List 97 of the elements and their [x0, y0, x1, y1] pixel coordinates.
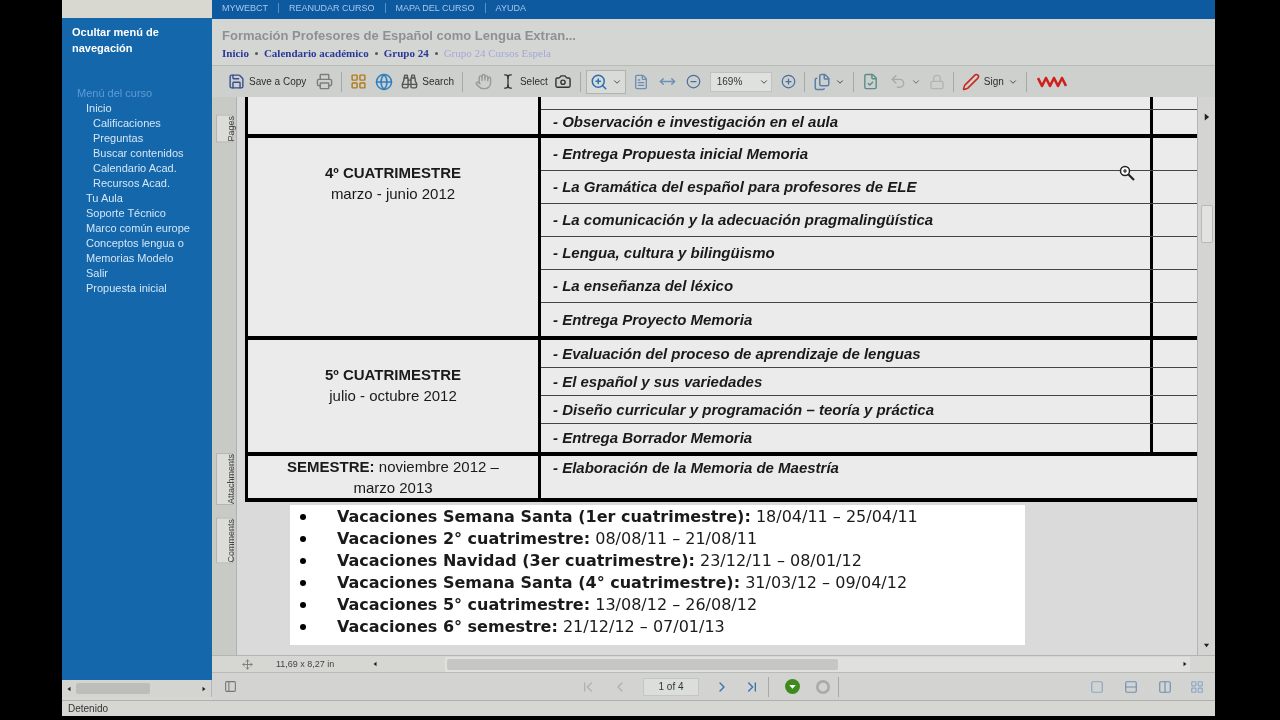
- grid-icon: [1190, 679, 1204, 694]
- schedule-item: - Entrega Proyecto Memoria: [553, 309, 753, 330]
- scroll-thumb[interactable]: [1200, 205, 1213, 243]
- caret-right-icon: [1182, 661, 1188, 667]
- top-nav-link[interactable]: MAPA DEL CURSO: [395, 3, 475, 14]
- bullet-icon: [300, 580, 306, 586]
- holiday-entry: Vacaciones Semana Santa (1er cuatrimestre): 18/04/11 – 25/04/11: [337, 507, 918, 527]
- course-title: Formación Profesores de Español como Lengua Extran...: [222, 28, 576, 44]
- move-arrows-icon: [242, 658, 253, 670]
- magnifier-plus-icon: [589, 72, 608, 91]
- holiday-entry: Vacaciones Semana Santa (4° cuatrimestre): 31/03/12 – 09/04/12: [337, 573, 908, 593]
- caret-right-icon: [201, 685, 207, 692]
- term-dates: julio - octubre 2012: [329, 386, 457, 406]
- sidebar-menu-item[interactable]: Preguntas: [62, 131, 144, 146]
- caret-down-icon: [1203, 642, 1210, 649]
- holiday-entry: Vacaciones 6° semestre: 21/12/12 – 07/01/13: [337, 617, 725, 637]
- breadcrumb-link[interactable]: Grupo 24: [383, 46, 429, 60]
- hand-icon: [474, 73, 492, 90]
- zoom-field[interactable]: 169%: [709, 71, 772, 92]
- ring-icon: [816, 679, 830, 694]
- page-icon: [632, 72, 649, 91]
- search-button[interactable]: Search: [398, 69, 457, 94]
- sidebar-menu-item[interactable]: Calificaciones: [62, 116, 161, 131]
- binoculars-icon: [401, 73, 419, 90]
- sidebar-menu-item[interactable]: Salir: [62, 266, 108, 281]
- lock-icon: [928, 73, 945, 90]
- caret-left-icon: [372, 661, 379, 667]
- sidebar-menu-item[interactable]: Buscar contenidos: [62, 146, 184, 161]
- page-number-field[interactable]: 1 of 4: [643, 677, 699, 696]
- term-title: SEMESTRE: noviembre 2012 – marzo 2013: [286, 457, 500, 498]
- holiday-entry: Vacaciones 5° cuatrimestre: 13/08/12 – 26/08/12: [337, 595, 758, 615]
- status-text: Detenido: [68, 702, 109, 715]
- schedule-item: - Evaluación del proceso de aprendizaje de lenguas: [553, 343, 921, 364]
- horizontal-scrollbar[interactable]: [445, 656, 1190, 672]
- schedule-item: - Entrega Borrador Memoria: [553, 428, 753, 448]
- sidebar-menu-item[interactable]: Calendario Acad.: [62, 161, 177, 176]
- triangle-right-icon: [1203, 113, 1210, 121]
- sidebar-menu-item[interactable]: Inicio: [62, 101, 112, 116]
- side-panel-tab[interactable]: Attachments: [215, 452, 233, 505]
- bullet-icon: [300, 536, 306, 542]
- zigzag-logo-icon: [1036, 74, 1067, 89]
- schedule-item: - Observación e investigación en el aula: [553, 112, 839, 132]
- schedule-item: - Lengua, cultura y bilingüismo: [553, 243, 775, 263]
- zoom-cursor-icon: [1119, 165, 1135, 181]
- pen-icon: [961, 72, 980, 91]
- zoom-tool-button[interactable]: [585, 69, 626, 94]
- rows-icon: [1124, 679, 1138, 694]
- caret-left-icon: [66, 685, 72, 692]
- sidebar-menu-item[interactable]: Soporte Técnico: [62, 206, 166, 221]
- breadcrumb-link[interactable]: Inicio: [222, 46, 249, 60]
- bullet-icon: [300, 514, 306, 520]
- circle-plus-icon: [780, 74, 796, 89]
- top-nav-link[interactable]: MYWEBCT: [222, 3, 268, 14]
- sidebar-menu-item[interactable]: Conceptos lengua o: [62, 236, 184, 251]
- sign-button[interactable]: Sign: [958, 69, 1021, 94]
- down-arrow-circle-icon: [785, 679, 800, 694]
- bullet-icon: [300, 602, 306, 608]
- top-nav-link[interactable]: REANUDAR CURSO: [289, 3, 375, 14]
- schedule-item: - Diseño curricular y programación – teoría y práctica: [553, 399, 934, 420]
- pages-icon: [812, 72, 831, 91]
- term-title: 5º CUATRIMESTRE: [324, 365, 461, 385]
- globe-icon: [375, 72, 394, 91]
- schedule-item: - La comunicación y la adecuación pragmalingüística: [553, 210, 934, 230]
- schedule-item: - El español y sus variedades: [553, 371, 763, 392]
- printer-icon: [316, 73, 334, 90]
- top-nav-link[interactable]: AYUDA: [495, 3, 526, 14]
- camera-icon: [553, 73, 572, 90]
- sidebar-menu-item[interactable]: Tu Aula: [62, 191, 123, 206]
- schedule-item: - La Gramática del español para profesores de ELE: [553, 177, 917, 197]
- square-icon: [1090, 679, 1104, 694]
- page-size-label: 11,69 x 8,27 in: [276, 658, 335, 670]
- grid-icon: [350, 73, 368, 90]
- bullet-icon: [300, 624, 306, 630]
- schedule-item: - Entrega Propuesta inicial Memoria: [553, 144, 809, 164]
- vertical-scrollbar[interactable]: [1197, 97, 1215, 655]
- scroll-thumb[interactable]: [447, 658, 838, 670]
- holiday-entry: Vacaciones Navidad (3er cuatrimestre): 23/12/11 – 08/01/12: [337, 551, 862, 571]
- document-check-icon: [861, 73, 879, 90]
- menu-heading: Menú del curso: [77, 86, 153, 101]
- save-copy-button[interactable]: Save a Copy: [225, 69, 310, 94]
- circle-minus-icon: [685, 74, 701, 89]
- bullet-icon: [300, 558, 306, 564]
- sidebar-menu-item[interactable]: Marco común europe: [62, 221, 190, 236]
- side-panel-tab[interactable]: Comments: [215, 517, 233, 564]
- select-tool-button[interactable]: Select: [496, 69, 551, 94]
- schedule-item: - Elaboración de la Memoria de Maestría: [553, 458, 839, 478]
- term-title: 4º CUATRIMESTRE: [324, 163, 461, 183]
- columns-icon: [1158, 679, 1172, 694]
- panel-icon: [224, 680, 237, 693]
- sidebar-menu-item[interactable]: Memorias Modelo: [62, 251, 174, 266]
- breadcrumb-link[interactable]: Calendario académico: [263, 46, 369, 60]
- term-dates: marzo - junio 2012: [330, 184, 456, 204]
- sidebar-menu-item[interactable]: Recursos Acad.: [62, 176, 171, 191]
- holiday-entry: Vacaciones 2° cuatrimestre: 08/08/11 – 21/08/11: [337, 529, 758, 549]
- sidebar-menu-item[interactable]: Propuesta inicial: [62, 281, 167, 296]
- schedule-item: - La enseñanza del léxico: [553, 276, 734, 296]
- hide-navigation-link[interactable]: Ocultar menú de navegación: [72, 24, 190, 56]
